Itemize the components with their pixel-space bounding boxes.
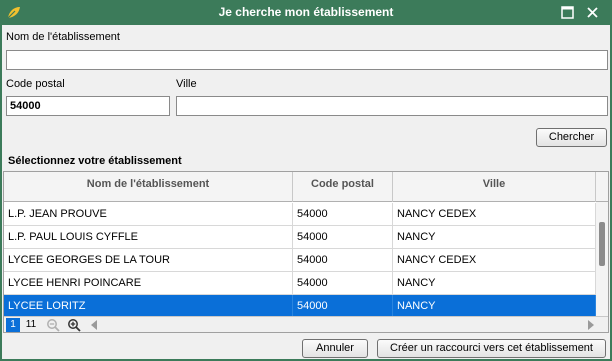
- zoom-out-icon[interactable]: [46, 318, 60, 332]
- page-button-1[interactable]: 1: [6, 318, 20, 332]
- cell-postal: 54000: [293, 295, 393, 318]
- postal-code-label: Code postal: [6, 78, 65, 90]
- cancel-button[interactable]: Annuler: [302, 339, 368, 358]
- cell-name: LYCEE LORITZ: [4, 295, 293, 318]
- cell-postal: 54000: [293, 249, 393, 272]
- column-header-name[interactable]: Nom de l'établissement: [4, 172, 293, 202]
- table-row[interactable]: LYCEE HENRI POINCARE 54000 NANCY: [4, 272, 596, 295]
- cell-name: L.P. PAUL LOUIS CYFFLE: [4, 226, 293, 249]
- results-table: Nom de l'établissement Code postal Ville…: [3, 171, 609, 333]
- cell-postal: 54000: [293, 226, 393, 249]
- window-title: Je cherche mon établissement: [218, 5, 394, 19]
- cell-city: NANCY: [393, 226, 596, 249]
- cell-name: L.P. JEAN PROUVE: [4, 203, 293, 226]
- city-label: Ville: [176, 78, 197, 90]
- create-shortcut-button[interactable]: Créer un raccourci vers cet établissemen…: [377, 339, 606, 358]
- close-icon[interactable]: [584, 4, 601, 21]
- cell-city: NANCY CEDEX: [393, 249, 596, 272]
- column-header-city[interactable]: Ville: [393, 172, 596, 202]
- city-input[interactable]: [176, 96, 608, 116]
- cell-postal: 54000: [293, 203, 393, 226]
- column-header-postal[interactable]: Code postal: [293, 172, 393, 202]
- results-title: Sélectionnez votre établissement: [8, 155, 182, 167]
- name-input[interactable]: [6, 50, 608, 70]
- scroll-right-arrow-icon[interactable]: [588, 320, 594, 330]
- table-row[interactable]: LYCEE GEORGES DE LA TOUR 54000 NANCY CED…: [4, 249, 596, 272]
- cell-city: NANCY: [393, 272, 596, 295]
- scroll-left-arrow-icon[interactable]: [91, 320, 97, 330]
- scrollbar-thumb[interactable]: [599, 222, 605, 266]
- maximize-icon[interactable]: [559, 4, 576, 21]
- table-row[interactable]: L.P. PAUL LOUIS CYFFLE 54000 NANCY: [4, 226, 596, 249]
- table-row[interactable]: L.P. JEAN PROUVE 54000 NANCY CEDEX: [4, 203, 596, 226]
- name-label: Nom de l'établissement: [6, 31, 120, 43]
- table-row-selected[interactable]: LYCEE LORITZ 54000 NANCY: [4, 295, 596, 318]
- table-footer: 1 11: [4, 316, 608, 332]
- cell-city: NANCY CEDEX: [393, 203, 596, 226]
- cell-name: LYCEE HENRI POINCARE: [4, 272, 293, 295]
- cell-name: LYCEE GEORGES DE LA TOUR: [4, 249, 293, 272]
- zoom-in-icon[interactable]: [67, 318, 81, 332]
- search-button[interactable]: Chercher: [536, 128, 607, 147]
- page-button-11[interactable]: 11: [23, 318, 39, 332]
- cell-postal: 54000: [293, 272, 393, 295]
- postal-code-input[interactable]: [6, 96, 170, 116]
- vertical-scrollbar[interactable]: [596, 202, 608, 318]
- title-bar: Je cherche mon établissement: [0, 0, 612, 25]
- cell-city: NANCY: [393, 295, 596, 318]
- table-header: Nom de l'établissement Code postal Ville: [4, 172, 608, 202]
